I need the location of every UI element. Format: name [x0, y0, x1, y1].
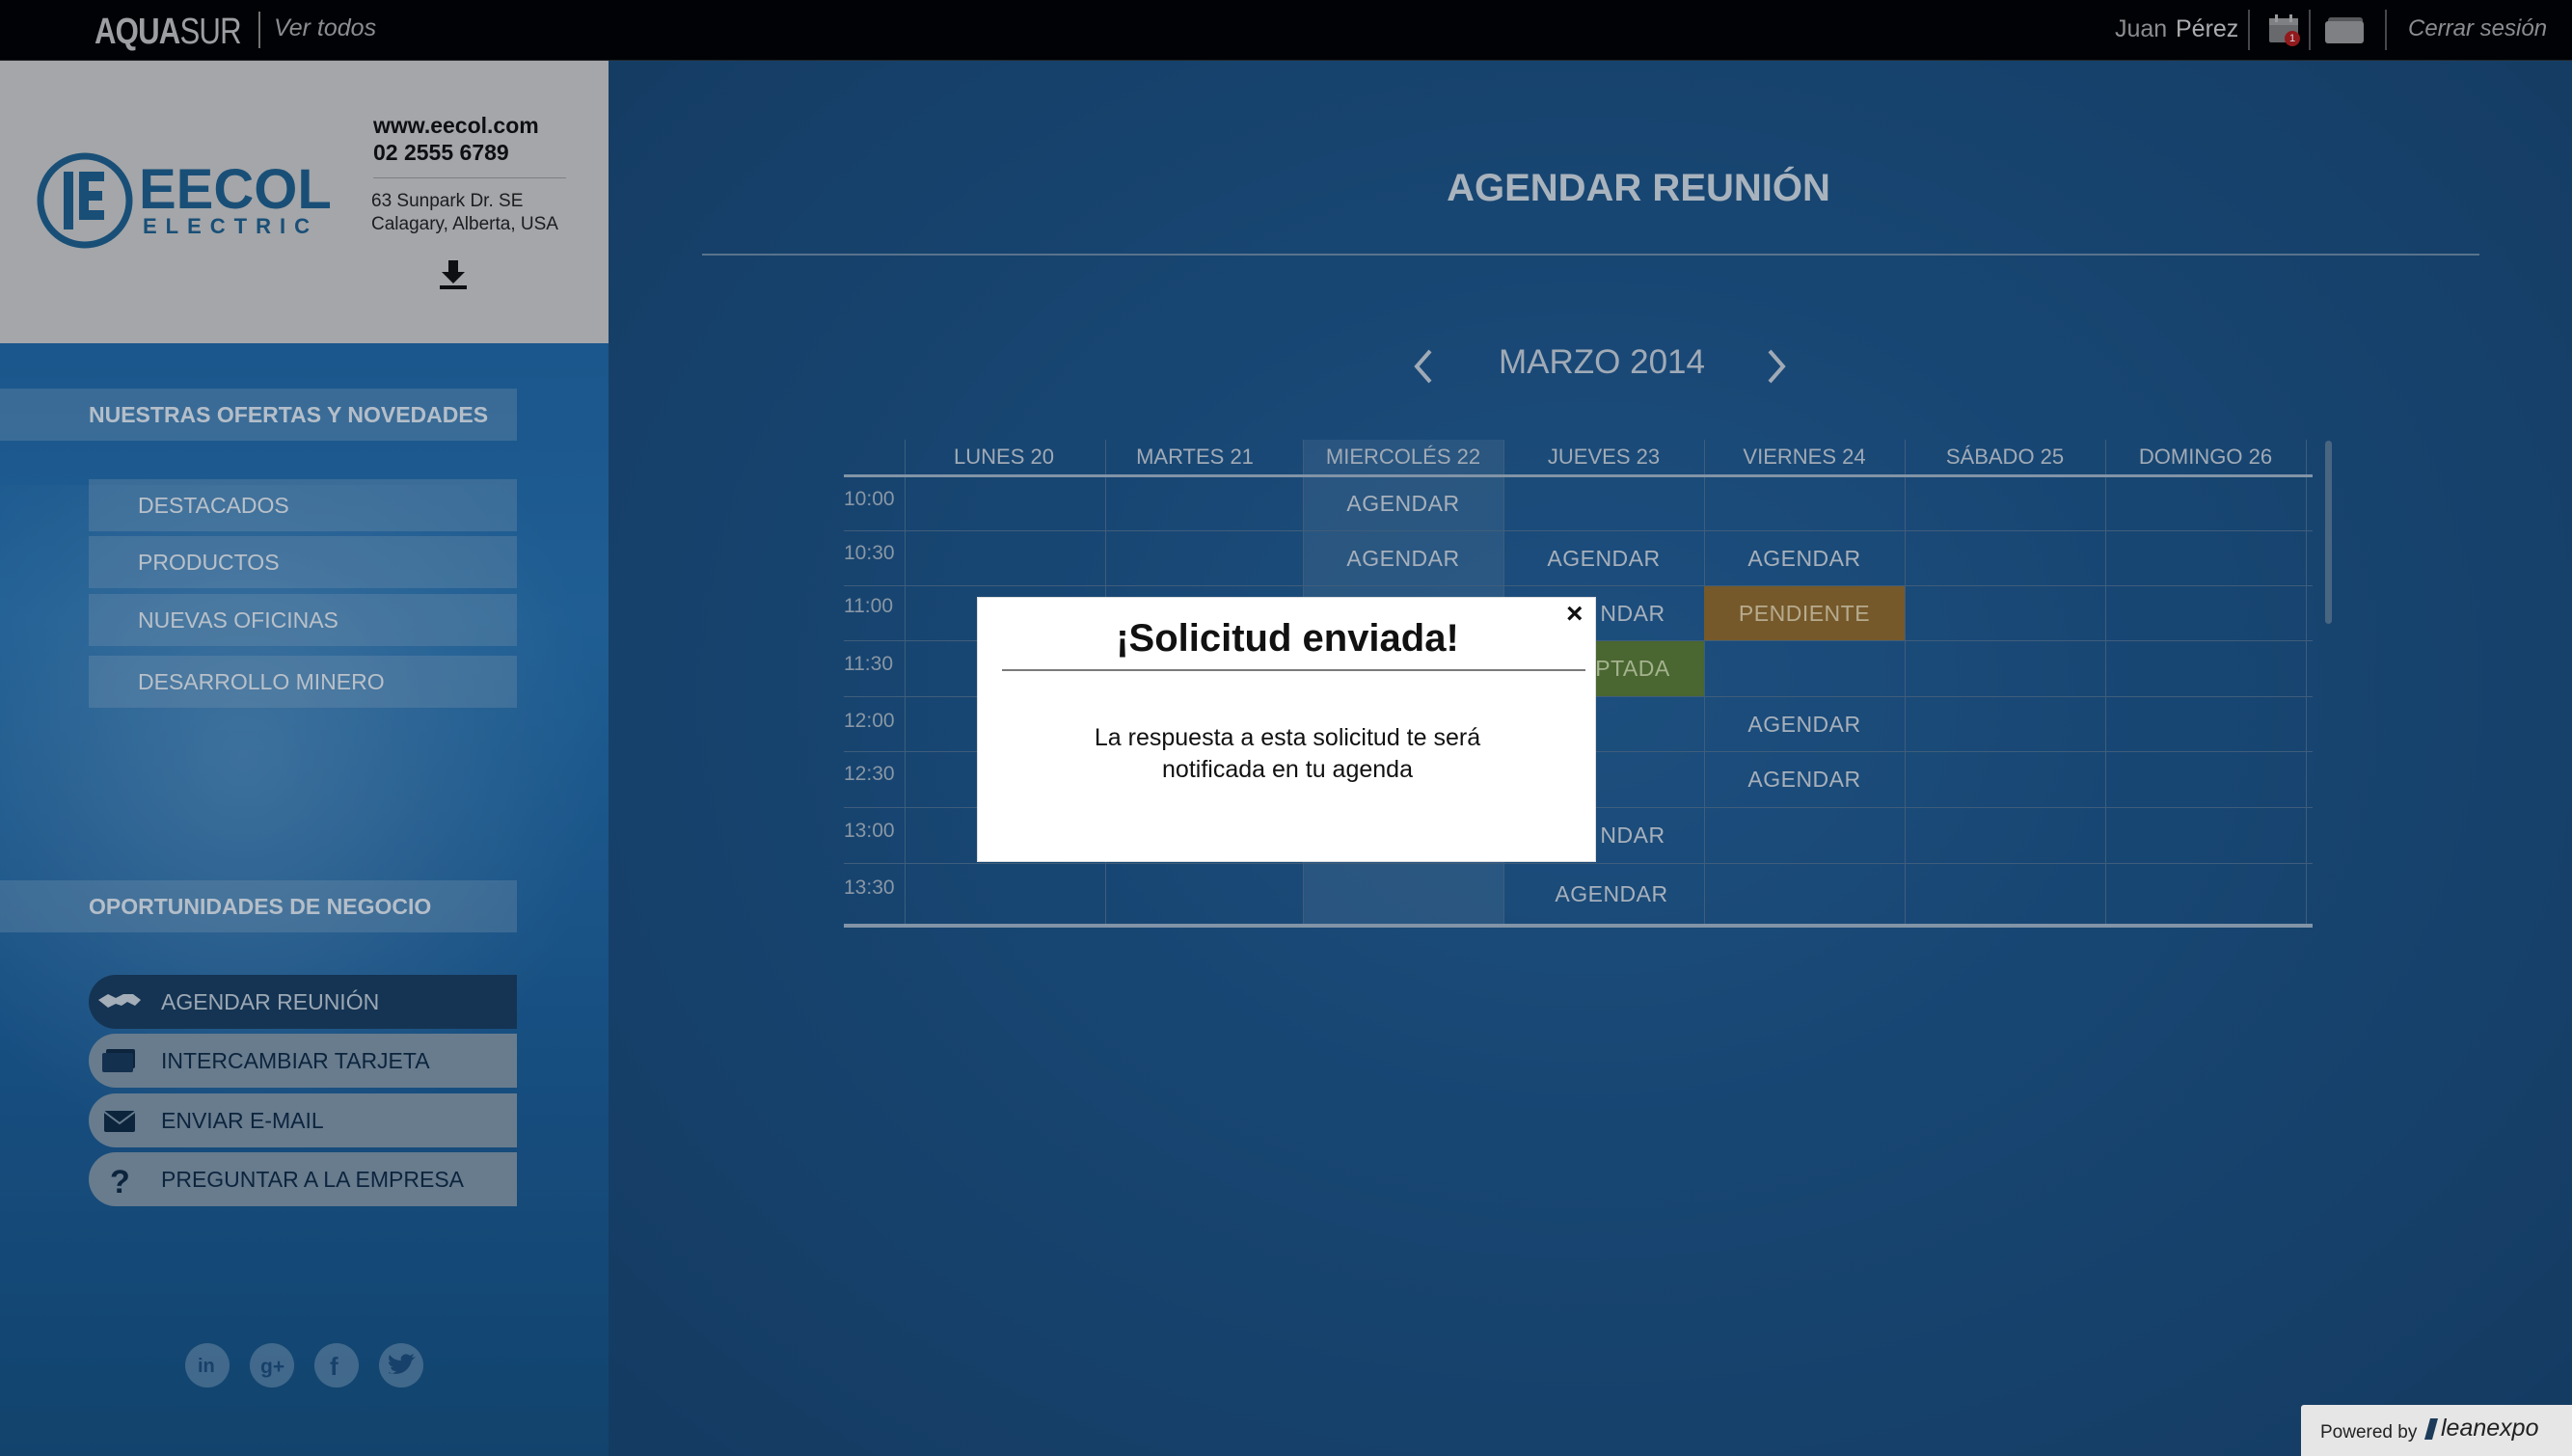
dialog-message: La respuesta a esta solicitud te será no… [978, 722, 1597, 786]
leanexpo-logo: leanexpo [2441, 1415, 2539, 1442]
close-icon[interactable]: × [1566, 598, 1584, 631]
dialog-message-line1: La respuesta a esta solicitud te será [1094, 724, 1481, 751]
leanexpo-logo-icon [2424, 1418, 2438, 1440]
divider [1002, 669, 1585, 671]
powered-by-label: Powered by [2320, 1422, 2418, 1443]
dialog-message-line2: notificada en tu agenda [1162, 756, 1413, 783]
powered-by-badge[interactable]: Powered by leanexpo [2301, 1405, 2572, 1456]
dialog-title: ¡Solicitud enviada! [1116, 617, 1459, 660]
confirmation-dialog: ¡Solicitud enviada! × La respuesta a est… [977, 597, 1596, 862]
